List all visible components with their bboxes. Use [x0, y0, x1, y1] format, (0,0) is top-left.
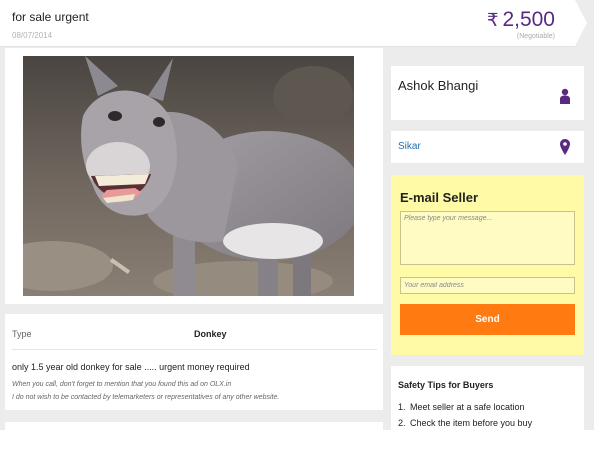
photo-card — [5, 48, 383, 304]
safety-tips-card: Safety Tips for Buyers 1. Meet seller at … — [391, 366, 584, 430]
safety-tip: 1. Meet seller at a safe location — [398, 402, 525, 412]
donkey-photo[interactable] — [23, 56, 354, 296]
type-value: Donkey — [194, 329, 227, 339]
ad-page: for sale urgent 08/07/2014 ₹2,500 (Negot… — [0, 0, 594, 430]
safety-tip: 2. Check the item before you buy — [398, 418, 532, 428]
negotiable-label: (Negotiable) — [516, 33, 555, 40]
email-seller-panel: E-mail Seller Send — [391, 175, 584, 355]
price-value: 2,500 — [502, 8, 555, 31]
email-seller-title: E-mail Seller — [400, 190, 479, 205]
telemarketer-note: I do not wish to be contacted by telemar… — [12, 394, 280, 401]
olx-mention-note: When you call, don't forget to mention t… — [12, 381, 232, 388]
person-icon — [560, 88, 570, 104]
email-input[interactable] — [400, 277, 575, 294]
location-card: Sikar — [391, 131, 584, 163]
ad-header: for sale urgent 08/07/2014 ₹2,500 (Negot… — [0, 0, 575, 47]
type-label: Type — [12, 329, 32, 339]
ad-date: 08/07/2014 — [12, 31, 53, 40]
location-pin-icon — [560, 139, 570, 155]
ad-description: only 1.5 year old donkey for sale ..... … — [12, 362, 250, 372]
ad-title: for sale urgent — [12, 10, 89, 24]
message-input[interactable] — [400, 211, 575, 265]
ad-details: Type Donkey only 1.5 year old donkey for… — [5, 314, 383, 410]
tip-text: Check the item before you buy — [410, 418, 533, 428]
tip-text: Meet seller at a safe location — [410, 402, 525, 412]
safety-tips-title: Safety Tips for Buyers — [398, 380, 494, 390]
ad-price: ₹2,500 — [487, 8, 555, 32]
rupee-symbol: ₹ — [486, 10, 499, 30]
donkey-image — [23, 56, 354, 296]
seller-location[interactable]: Sikar — [398, 141, 421, 152]
tip-number: 1. — [398, 402, 406, 412]
next-section-card — [5, 422, 383, 430]
header-notch — [575, 0, 587, 46]
tip-number: 2. — [398, 418, 406, 428]
divider — [12, 349, 377, 350]
seller-name: Ashok Bhangi — [398, 78, 479, 93]
send-button[interactable]: Send — [400, 304, 575, 335]
seller-card: Ashok Bhangi — [391, 66, 584, 120]
